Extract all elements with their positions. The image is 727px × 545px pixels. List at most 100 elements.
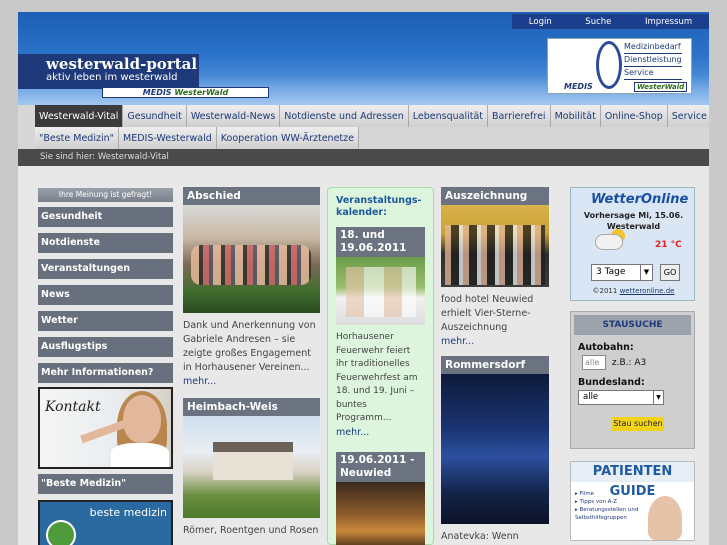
group-people-shape	[191, 245, 311, 285]
wetteronline-link[interactable]: wetteronline.de	[620, 287, 675, 295]
logo-line: Dienstleistung	[624, 54, 682, 67]
kontakt-banner[interactable]: Kontakt	[38, 387, 173, 469]
top-links: Login Suche Impressum	[512, 14, 709, 29]
event-body: Horhausener Feuerwehr feiert ihr traditi…	[336, 332, 418, 423]
sidebar-item-ausflugstips[interactable]: Ausflugstips	[38, 337, 173, 357]
logo-westerwald: WesterWald	[634, 82, 688, 92]
nav-gesundheit[interactable]: Gesundheit	[123, 105, 187, 127]
news-column-1: Abschied Dank und Anerkennung von Gabrie…	[183, 187, 320, 538]
bundesland-value: alle	[583, 392, 599, 402]
teaser-image-rommersdorf[interactable]	[441, 374, 549, 524]
sidebar-item-news[interactable]: News	[38, 285, 173, 305]
stau-title: STAUSUCHE	[574, 315, 691, 335]
left-sidebar: Ihre Meinung ist gefragt! Gesundheit Not…	[38, 188, 173, 545]
more-link[interactable]: mehr...	[336, 427, 369, 438]
guide-item: ▸ Tipps von A-Z	[575, 499, 618, 505]
sub-nav: "Beste Medizin" MEDIS-Westerwald Koopera…	[18, 127, 709, 149]
autobahn-input[interactable]: alle	[582, 355, 606, 370]
teaser-title-auszeichnung[interactable]: Auszeichnung	[441, 187, 549, 205]
teaser-image-heimbach[interactable]	[183, 416, 320, 518]
weather-copyright: ©2011 wetteronline.de	[571, 287, 696, 295]
autobahn-label: Autobahn:	[578, 342, 634, 353]
chevron-down-icon: ▼	[653, 391, 663, 404]
sidebar-item-mehr-informationen[interactable]: Mehr Informationen?	[38, 363, 173, 383]
teaser-text-rommersdorf: Anatevka: Wenn	[441, 531, 519, 542]
guide-person-shape	[648, 496, 682, 540]
forecast-go-button[interactable]: GO	[660, 264, 680, 281]
beste-medizin-banner-text: beste medizin	[89, 506, 167, 519]
teaser-image-abschied[interactable]	[183, 205, 320, 313]
site-title: westerwald-portal	[46, 55, 198, 73]
site-logo[interactable]: westerwald-portal aktiv leben im westerw…	[18, 54, 199, 89]
forecast-days-value: 3 Tage	[596, 267, 626, 277]
logo-lines: Medizinbedarf Dienstleistung Service	[624, 41, 682, 80]
site-subtitle: aktiv leben im westerwald	[46, 72, 178, 83]
event-calendar: Veranstaltungs-kalender: 18. und 19.06.2…	[327, 187, 434, 545]
stau-search-button[interactable]: Stau suchen	[612, 417, 664, 431]
forecast-date: Vorhersage Mi, 15.06.	[583, 211, 684, 220]
patienten-guide-banner[interactable]: PATIENTEN GUIDE ▸ Filme ▸ Tipps von A-Z …	[570, 461, 695, 541]
event-image-2[interactable]	[336, 482, 425, 545]
guide-item: Selbsthilfegruppen	[575, 515, 627, 521]
subnav-medis-westerwald[interactable]: MEDIS-Westerwald	[119, 127, 217, 149]
forecast-days-select[interactable]: 3 Tage ▼	[591, 264, 653, 281]
sidebar-item-wetter[interactable]: Wetter	[38, 311, 173, 331]
weather-widget: WetterOnline Vorhersage Mi, 15.06. Weste…	[570, 187, 695, 301]
subnav-beste-medizin[interactable]: "Beste Medizin"	[35, 127, 119, 149]
woman-face-shape	[123, 395, 161, 443]
sidebar-item-beste-medizin[interactable]: "Beste Medizin"	[38, 474, 173, 494]
nav-lebensqualitaet[interactable]: Lebensqualität	[408, 105, 489, 127]
firefighters-shape	[346, 267, 416, 317]
cloud-icon	[595, 234, 623, 250]
bundesland-label: Bundesland:	[578, 377, 645, 388]
event-text-1: Horhausener Feuerwehr feiert ihr traditi…	[336, 325, 425, 440]
forecast-region: Westerwald	[606, 222, 661, 231]
medis-westerwald-logo[interactable]: Medizinbedarf Dienstleistung Service MED…	[547, 38, 692, 94]
forecast-header: Vorhersage Mi, 15.06. Westerwald	[571, 210, 696, 232]
calendar-title: Veranstaltungs-kalender:	[336, 195, 422, 218]
poll-link[interactable]: Ihre Meinung ist gefragt!	[38, 188, 173, 202]
autobahn-row: alle z.B.: A3	[574, 355, 691, 370]
more-link[interactable]: mehr...	[183, 376, 216, 387]
castle-building-shape	[213, 442, 293, 480]
copyright-year: ©2011	[592, 287, 618, 295]
event-image-1[interactable]	[336, 257, 425, 325]
medis-label: MEDIS	[142, 88, 172, 97]
wetteronline-logo[interactable]: WetterOnline	[591, 192, 688, 207]
teaser-title-rommersdorf[interactable]: Rommersdorf	[441, 356, 549, 374]
beste-medizin-logo-icon	[46, 520, 76, 545]
nav-notdienste[interactable]: Notdienste und Adressen	[280, 105, 409, 127]
sidebar-item-gesundheit[interactable]: Gesundheit	[38, 207, 173, 227]
patienten-guide-list: ▸ Filme ▸ Tipps von A-Z ▸ Beratungsstell…	[575, 490, 638, 522]
kontakt-text: Kontakt	[45, 399, 101, 415]
sidebar-item-notdienste[interactable]: Notdienste	[38, 233, 173, 253]
teaser-image-auszeichnung[interactable]	[441, 205, 549, 287]
impressum-link[interactable]: Impressum	[645, 17, 692, 27]
nav-mobilitaet[interactable]: Mobilität	[550, 105, 601, 127]
nav-service[interactable]: Service	[667, 105, 709, 127]
logo-line: Service	[624, 67, 682, 80]
search-link[interactable]: Suche	[585, 17, 611, 27]
nav-barrierefrei[interactable]: Barrierefrei	[488, 105, 551, 127]
breadcrumb: Sie sind hier: Westerwald-Vital	[18, 149, 709, 166]
chevron-down-icon: ▼	[640, 265, 652, 280]
beste-medizin-banner[interactable]: beste medizin	[38, 500, 173, 545]
teaser-title-abschied[interactable]: Abschied	[183, 187, 320, 205]
bundesland-select[interactable]: alle ▼	[578, 390, 664, 405]
teaser-title-heimbach[interactable]: Heimbach-Weis	[183, 398, 320, 416]
westerwald-label: WesterWald	[174, 88, 229, 97]
nav-westerwald-news[interactable]: Westerwald-News	[186, 105, 281, 127]
nav-online-shop[interactable]: Online-Shop	[600, 105, 668, 127]
content-area: Ihre Meinung ist gefragt! Gesundheit Not…	[18, 166, 709, 545]
event-title-2[interactable]: 19.06.2011 - Neuwied	[336, 452, 425, 482]
subnav-kooperation[interactable]: Kooperation WW-Ärztenetze	[216, 127, 359, 149]
more-link[interactable]: mehr...	[441, 336, 474, 347]
sidebar-item-veranstaltungen[interactable]: Veranstaltungen	[38, 259, 173, 279]
event-title-1[interactable]: 18. und 19.06.2011	[336, 227, 425, 257]
patienten-guide-title: PATIENTEN GUIDE	[571, 462, 694, 499]
main-nav: Westerwald-Vital Gesundheit Westerwald-N…	[18, 105, 709, 127]
nav-westerwald-vital[interactable]: Westerwald-Vital	[35, 105, 124, 127]
login-link[interactable]: Login	[529, 17, 552, 27]
right-column: WetterOnline Vorhersage Mi, 15.06. Weste…	[570, 187, 695, 541]
medis-bar: MEDIS WesterWald	[102, 87, 269, 98]
